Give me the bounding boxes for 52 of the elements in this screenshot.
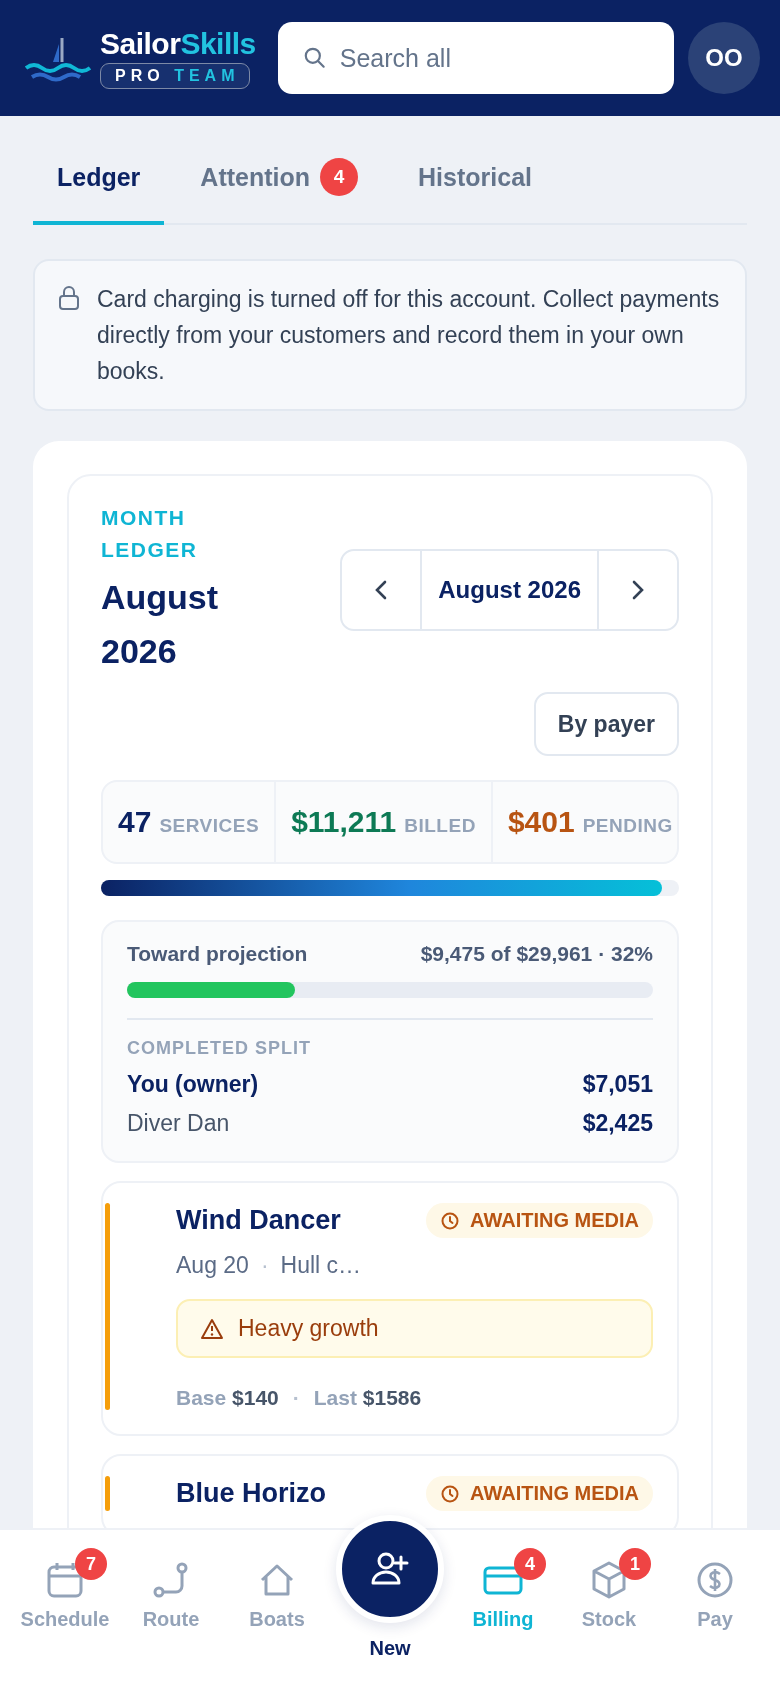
alert-text: Heavy growth xyxy=(238,1315,379,1342)
service-description: Hull c… xyxy=(280,1252,362,1279)
calendar-icon xyxy=(45,1560,85,1600)
projection-summary: $9,475 of $29,961 · 32% xyxy=(420,942,653,966)
payee-amount: $2,425 xyxy=(582,1110,653,1137)
tab[interactable]: Attention 4 xyxy=(176,136,383,225)
dollar-icon xyxy=(695,1560,735,1600)
payee-name: You (owner) xyxy=(127,1071,259,1098)
status-badge: AWAITING MEDIA xyxy=(426,1476,653,1511)
warning-icon xyxy=(200,1317,224,1340)
status-badge: AWAITING MEDIA xyxy=(426,1203,653,1238)
projection-label: Toward projection xyxy=(127,942,308,966)
separator-dot: · xyxy=(292,1386,300,1410)
chevron-right-icon xyxy=(631,579,645,601)
count-badge: 4 xyxy=(320,158,359,196)
tab[interactable]: Historical xyxy=(394,136,556,225)
by-payer-button[interactable]: By payer xyxy=(533,692,679,756)
month-title: August 2026 xyxy=(101,577,220,672)
lock-icon xyxy=(57,285,81,311)
count-badge: 4 xyxy=(514,1548,546,1580)
stat-figure: $401 PENDING xyxy=(506,805,674,839)
brand-tag: PRO TEAM xyxy=(100,63,251,89)
count-badge: 1 xyxy=(619,1548,651,1580)
brand-name: SailorSkills xyxy=(100,27,256,61)
payee-name: Diver Dan xyxy=(127,1110,230,1137)
boat-name: Wind Dancer xyxy=(176,1205,341,1236)
last-price: Last $1586 xyxy=(313,1386,422,1410)
base-price: Base $140 xyxy=(176,1386,279,1410)
stat-figure: $11,211 BILLED xyxy=(274,781,493,863)
clock-icon xyxy=(440,1210,461,1231)
payee-amount: $7,051 xyxy=(582,1071,653,1098)
nav-item[interactable]: 1 Stock xyxy=(561,1530,657,1688)
nav-item[interactable]: 7 Schedule xyxy=(17,1530,113,1688)
clock-icon xyxy=(440,1483,461,1504)
split-heading: COMPLETED SPLIT xyxy=(127,1038,312,1059)
tab[interactable]: Ledger xyxy=(33,136,165,225)
search-field[interactable]: Search all xyxy=(277,22,674,94)
boat-name: Blue Horizo xyxy=(176,1478,326,1509)
service-date: Aug 20 xyxy=(176,1252,249,1279)
stat-figure: 47 SERVICES xyxy=(117,805,261,839)
nav-item[interactable]: 4 Billing xyxy=(455,1530,551,1688)
count-badge: 7 xyxy=(75,1548,107,1580)
nav-item[interactable]: Boats xyxy=(229,1530,325,1688)
section-eyebrow: MONTH LEDGER xyxy=(101,505,199,563)
month-label: August 2026 xyxy=(420,551,599,629)
notice-text: Card charging is turned off for this account. Collect payments directly from your customers and record them in your own books. xyxy=(97,285,721,386)
nav-item[interactable]: Route xyxy=(123,1530,219,1688)
avatar-button[interactable]: OO xyxy=(688,22,760,94)
chevron-left-icon xyxy=(374,579,389,601)
nav-item[interactable]: Pay xyxy=(667,1530,763,1688)
service-card[interactable]: Wind Dancer AWAITING MEDIA Aug 20 · Hull c… Heavy growth Base $140 · Last $1586 xyxy=(101,1181,679,1436)
separator-dot: · xyxy=(260,1252,269,1279)
